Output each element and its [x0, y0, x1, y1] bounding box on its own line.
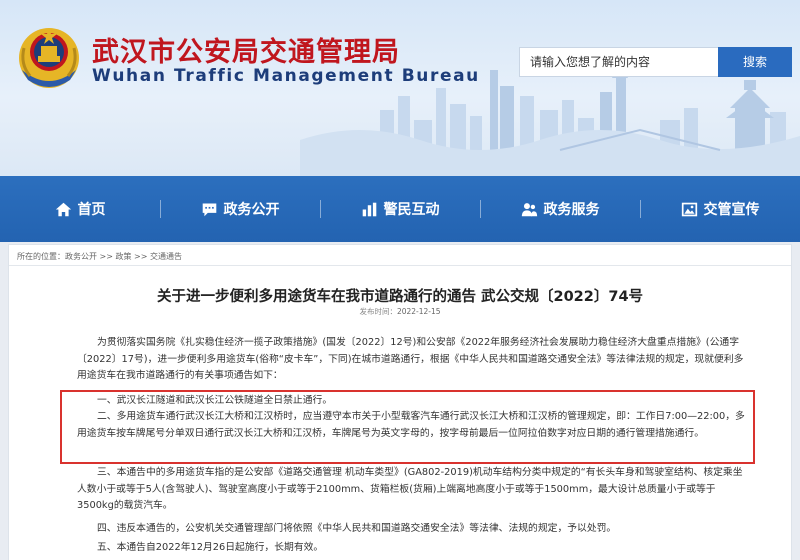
nav-item-traffic-publicity[interactable]: 交管宣传 [640, 176, 800, 242]
breadcrumb-link-policy[interactable]: 政策 [116, 252, 132, 261]
search-button[interactable]: 搜索 [718, 47, 792, 77]
breadcrumb-link-traffic-notice[interactable]: 交通通告 [150, 252, 182, 261]
article-title: 关于进一步便利多用途货车在我市道路通行的通告 武公交规〔2022〕74号 [156, 289, 644, 305]
article-paragraph: 三、本通告中的多用途货车指的是公安部《道路交通管理 机动车类型》(GA802-2… [77, 465, 747, 515]
breadcrumb-link-government-affairs[interactable]: 政务公开 [65, 252, 97, 261]
paragraph-text: 三、本通告中的多用途货车指的是公安部《道路交通管理 机动车类型》(GA802-2… [77, 467, 743, 511]
highlight-box [60, 390, 755, 464]
city-skyline-decoration [300, 60, 800, 176]
breadcrumb-separator: >> [131, 252, 150, 261]
nav-item-police-interaction[interactable]: 警民互动 [320, 176, 480, 242]
police-emblem-icon [19, 28, 79, 88]
site-title: 武汉市公安局交通管理局 [92, 37, 400, 68]
home-icon [55, 202, 71, 216]
publish-date-label: 发布时间： [359, 307, 397, 316]
nav-item-label: 首页 [77, 202, 106, 218]
search-input[interactable] [519, 47, 718, 77]
chat-icon [202, 203, 216, 216]
paragraph-text: 五、本通告自2022年12月26日起施行，长期有效。 [97, 542, 324, 553]
chart-icon [362, 202, 376, 216]
main-nav: 首页 政务公开 警民互动 政务服务 交管宣传 [0, 176, 800, 242]
paragraph-text: 四、违反本通告的，公安机关交通管理部门将依照《中华人民共和国道路交通安全法》等法… [97, 523, 617, 534]
nav-item-label: 政务服务 [543, 202, 600, 218]
gallery-icon [681, 202, 697, 216]
header-banner: 武汉市公安局交通管理局 Wuhan Traffic Management Bur… [0, 0, 800, 176]
divider [9, 265, 791, 266]
nav-item-government-services[interactable]: 政务服务 [480, 176, 640, 242]
nav-item-home[interactable]: 首页 [0, 176, 160, 242]
nav-item-label: 交管宣传 [703, 202, 760, 218]
breadcrumb: 所在的位置：政务公开 >> 政策 >> 交通通告 [17, 251, 182, 262]
paragraph-text: 为贯彻落实国务院《扎实稳住经济一揽子政策措施》(国发〔2022〕12号)和公安部… [77, 337, 744, 381]
nav-item-label: 政务公开 [223, 202, 280, 218]
breadcrumb-separator: >> [97, 252, 116, 261]
people-icon [521, 202, 537, 216]
article-paragraph: 五、本通告自2022年12月26日起施行，长期有效。 [77, 540, 747, 557]
publish-date: 发布时间：2022-12-15 [9, 306, 791, 317]
breadcrumb-prefix: 所在的位置： [17, 252, 65, 261]
article-paragraph: 为贯彻落实国务院《扎实稳住经济一揽子政策措施》(国发〔2022〕12号)和公安部… [77, 335, 747, 385]
article-card: 所在的位置：政务公开 >> 政策 >> 交通通告 关于进一步便利多用途货车在我市… [8, 244, 792, 560]
site-title-en: Wuhan Traffic Management Bureau [92, 66, 480, 86]
article-paragraph: 四、违反本通告的，公安机关交通管理部门将依照《中华人民共和国道路交通安全法》等法… [77, 521, 747, 538]
nav-item-government-affairs[interactable]: 政务公开 [160, 176, 320, 242]
nav-item-label: 警民互动 [383, 202, 440, 218]
publish-date-value: 2022-12-15 [396, 307, 441, 316]
